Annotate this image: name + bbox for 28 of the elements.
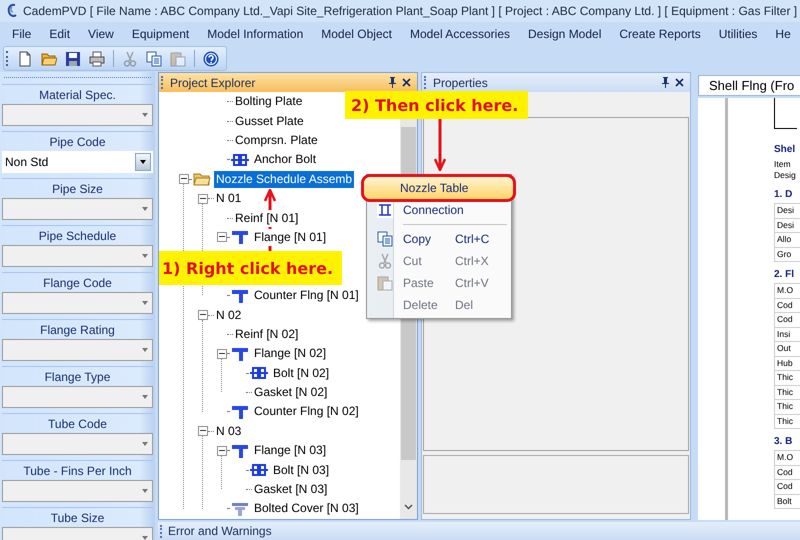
panel-title: Error and Warnings — [168, 524, 272, 538]
panel-title: Properties — [433, 76, 489, 90]
report-text: Desig — [774, 170, 797, 181]
table-cell: Desi — [774, 203, 800, 218]
report-heading: Shel — [774, 144, 796, 155]
callout: 2) Then click here. — [345, 91, 528, 119]
section-heading: 2. Fl — [774, 269, 796, 280]
field-label: Pipe Code — [48, 134, 107, 151]
report-text: Item — [774, 159, 792, 170]
field-label: Flange Rating — [39, 322, 116, 339]
section-heading: 3. B — [774, 436, 794, 447]
field-label: Pipe Size — [51, 181, 104, 198]
panel-title: Project Explorer — [170, 76, 256, 90]
window-title: CademPVD [ File Name : ABC Company Ltd._Vapi Site_Refrigeration Plant_Soap Plant ] [ Project : ABC Company Ltd. ] [ Equipment : Gas Filter ] — [23, 4, 798, 18]
field-label: Tube Code — [47, 416, 108, 433]
field-label: Material Spec. — [38, 87, 117, 104]
table-cell: Gro — [774, 246, 800, 262]
callout: 1) Right click here. — [159, 251, 342, 286]
table-cell: M.O — [774, 283, 800, 298]
field-label: Tube Size — [50, 510, 106, 527]
field-label: Flange Code — [42, 275, 113, 292]
field-label: Pipe Schedule — [38, 228, 118, 245]
field-label: Tube - Fins Per Inch — [22, 463, 133, 480]
section-heading: 1. D — [774, 189, 794, 200]
field-label: Flange Type — [44, 369, 112, 386]
table-cell: Thic — [774, 414, 800, 429]
table-cell: M.O — [774, 450, 800, 466]
table-cell: Bolt — [774, 494, 800, 509]
